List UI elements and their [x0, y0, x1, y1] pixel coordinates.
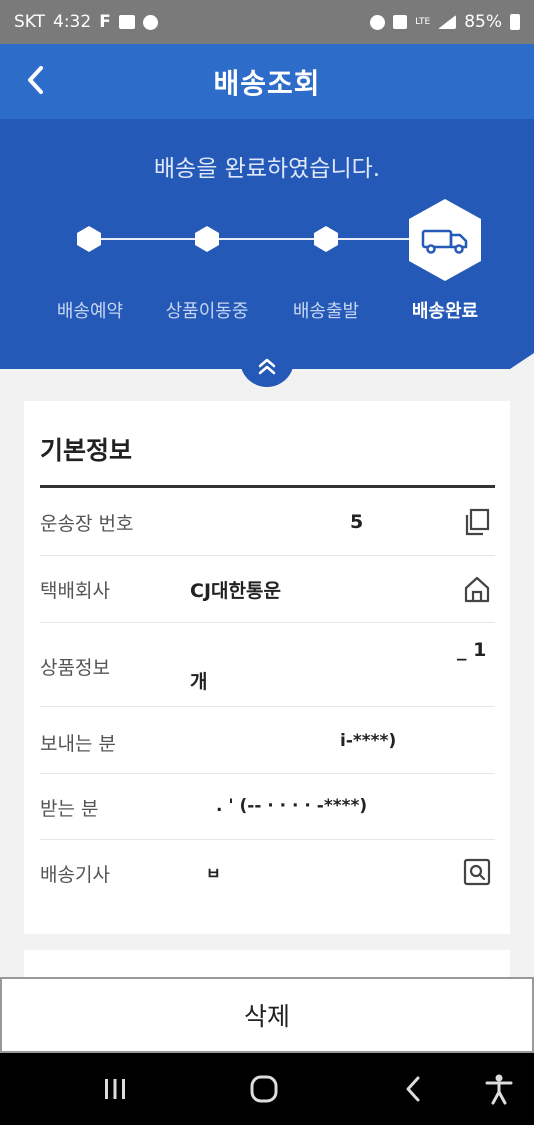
info-row-driver: 배송기사 ㅂ	[40, 840, 495, 906]
title-divider	[40, 485, 495, 488]
receiver-value: . ' (-- · · · · -****)	[216, 796, 368, 816]
alarm-icon	[370, 14, 386, 30]
copy-icon	[465, 508, 490, 536]
tracking-number-value: 5	[350, 511, 364, 533]
status-bar: SKT 4:32 F LTE 85%	[0, 0, 534, 44]
product-qty-top: _ 1	[457, 639, 487, 661]
info-row-receiver: 받는 분 . ' (-- · · · · -****)	[40, 774, 495, 840]
card-title: 기본정보	[40, 436, 133, 465]
step-label-1: 배송예약	[56, 301, 124, 322]
progress-track	[88, 238, 448, 240]
network-type: LTE	[415, 17, 431, 27]
gallery-icon	[118, 15, 135, 29]
mute-icon	[393, 15, 408, 29]
basic-info-card: 기본정보 운송장 번호 5 택배회사 CJ대한통운 상품정보 _ 1 개 보내는…	[24, 401, 510, 934]
app-bar: 배송조회	[0, 44, 534, 119]
system-nav-bar	[0, 1053, 534, 1125]
battery-percent: 85%	[464, 12, 502, 32]
step-label-2: 상품이동중	[165, 301, 249, 322]
row-label: 배송기사	[40, 864, 110, 886]
info-row-sender: 보내는 분 i-****)	[40, 707, 495, 774]
double-chevron-up-icon	[258, 358, 276, 375]
driver-value: ㅂ	[206, 864, 221, 883]
info-row-tracking-number: 운송장 번호 5	[40, 489, 495, 556]
info-row-product: 상품정보 _ 1 개	[40, 623, 495, 707]
back-nav-icon	[406, 1076, 420, 1102]
carrier-label: SKT	[14, 12, 46, 32]
back-button[interactable]	[18, 62, 54, 98]
home-button[interactable]	[246, 1071, 282, 1107]
courier-value: CJ대한통운	[190, 580, 281, 602]
chat-icon	[142, 14, 158, 30]
clock: 4:32	[53, 12, 92, 32]
recent-apps-icon	[105, 1079, 125, 1099]
step-dot-3	[314, 226, 338, 252]
sender-value: i-****)	[340, 731, 397, 751]
row-label: 상품정보	[40, 657, 110, 679]
home-icon	[464, 576, 490, 603]
chevron-left-icon	[28, 66, 43, 94]
delivery-progress: 배송을 완료하였습니다. 배송예약 상품이동중 배송출발 배송완료	[0, 119, 534, 387]
home-circle-icon	[250, 1075, 278, 1103]
progress-message: 배송을 완료하였습니다.	[153, 156, 381, 182]
row-label: 운송장 번호	[40, 513, 134, 535]
step-label-3: 배송출발	[292, 301, 360, 322]
row-label: 받는 분	[40, 798, 99, 820]
f-icon: F	[99, 12, 111, 32]
delete-button[interactable]: 삭제	[0, 977, 534, 1053]
recent-apps-button[interactable]	[97, 1071, 133, 1107]
step-dot-2	[195, 226, 219, 252]
signal-icon	[438, 15, 457, 29]
truck-icon	[409, 199, 481, 281]
accessibility-button[interactable]	[481, 1071, 517, 1107]
collapse-button[interactable]	[240, 347, 294, 387]
copy-button[interactable]	[461, 506, 493, 538]
row-label: 택배회사	[40, 580, 110, 602]
step-dot-1	[77, 226, 101, 252]
row-label: 보내는 분	[40, 733, 116, 755]
accessibility-icon	[485, 1074, 513, 1105]
page-title: 배송조회	[213, 66, 321, 100]
search-doc-icon	[463, 858, 491, 886]
courier-home-button[interactable]	[461, 573, 493, 605]
info-row-courier: 택배회사 CJ대한통운	[40, 556, 495, 623]
battery-icon	[510, 14, 520, 30]
header-corner	[510, 353, 534, 369]
back-nav-button[interactable]	[396, 1071, 432, 1107]
driver-search-button[interactable]	[461, 856, 493, 888]
step-label-4: 배송완료	[411, 301, 479, 322]
product-value: 개	[190, 671, 208, 693]
